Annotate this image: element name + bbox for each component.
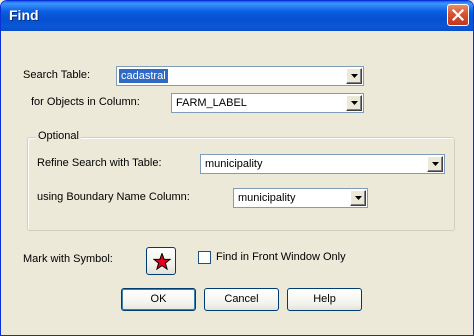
search-table-select[interactable]: cadastral bbox=[116, 66, 364, 86]
chevron-down-icon bbox=[351, 101, 358, 105]
help-button[interactable]: Help bbox=[287, 288, 362, 311]
dialog-body: Search Table: cadastral for Objects in C… bbox=[4, 31, 470, 334]
search-table-label: Search Table: bbox=[23, 69, 91, 81]
refine-table-value: municipality bbox=[205, 158, 263, 170]
search-table-value: cadastral bbox=[119, 69, 168, 83]
objects-column-select[interactable]: FARM_LABEL bbox=[171, 93, 364, 113]
close-icon bbox=[452, 9, 464, 21]
objects-column-label: for Objects in Column: bbox=[31, 96, 140, 108]
optional-group-legend: Optional bbox=[36, 130, 81, 142]
mark-symbol-label: Mark with Symbol: bbox=[23, 253, 113, 265]
dialog-title: Find bbox=[9, 7, 39, 23]
boundary-column-value: municipality bbox=[238, 192, 296, 204]
red-star-icon bbox=[153, 253, 171, 270]
front-window-label[interactable]: Find in Front Window Only bbox=[216, 251, 346, 263]
refine-table-select[interactable]: municipality bbox=[200, 154, 445, 174]
front-window-checkbox[interactable] bbox=[198, 251, 211, 264]
search-table-dropdown-button[interactable] bbox=[346, 68, 362, 84]
cancel-button[interactable]: Cancel bbox=[204, 288, 279, 311]
ok-button[interactable]: OK bbox=[121, 288, 196, 311]
objects-column-dropdown-button[interactable] bbox=[346, 95, 362, 111]
refine-table-dropdown-button[interactable] bbox=[427, 156, 443, 172]
boundary-column-dropdown-button[interactable] bbox=[350, 190, 366, 206]
boundary-column-select[interactable]: municipality bbox=[233, 188, 368, 208]
chevron-down-icon bbox=[432, 162, 439, 166]
symbol-picker-button[interactable] bbox=[146, 247, 176, 275]
chevron-down-icon bbox=[351, 74, 358, 78]
refine-table-label: Refine Search with Table: bbox=[37, 157, 162, 169]
title-bar[interactable]: Find bbox=[1, 1, 473, 31]
close-button[interactable] bbox=[447, 4, 469, 26]
find-dialog: Find Search Table: cadastral for Objects… bbox=[0, 0, 474, 336]
chevron-down-icon bbox=[355, 196, 362, 200]
optional-group bbox=[27, 137, 455, 231]
boundary-column-label: using Boundary Name Column: bbox=[37, 191, 190, 203]
objects-column-value: FARM_LABEL bbox=[176, 97, 247, 109]
